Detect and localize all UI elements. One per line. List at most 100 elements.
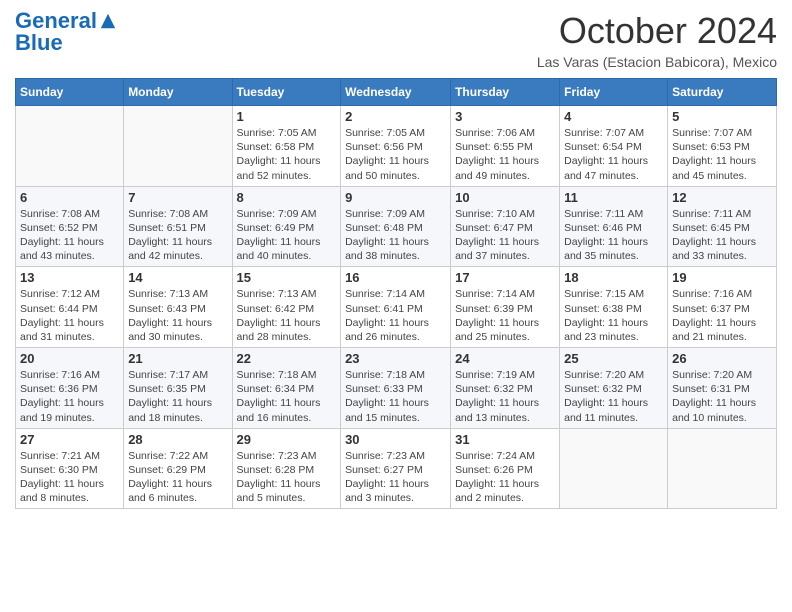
day-info: Sunrise: 7:19 AM Sunset: 6:32 PM Dayligh… [455,368,555,425]
day-number: 12 [672,190,772,205]
day-number: 25 [564,351,663,366]
day-number: 20 [20,351,119,366]
day-number: 31 [455,432,555,447]
day-info: Sunrise: 7:11 AM Sunset: 6:45 PM Dayligh… [672,207,772,264]
day-info: Sunrise: 7:20 AM Sunset: 6:32 PM Dayligh… [564,368,663,425]
calendar-cell: 27 Sunrise: 7:21 AM Sunset: 6:30 PM Dayli… [16,428,124,509]
day-number: 1 [237,109,337,124]
calendar-cell [124,106,232,187]
calendar-week-row: 6 Sunrise: 7:08 AM Sunset: 6:52 PM Daylig… [16,186,777,267]
day-info: Sunrise: 7:13 AM Sunset: 6:43 PM Dayligh… [128,287,227,344]
day-info: Sunrise: 7:12 AM Sunset: 6:44 PM Dayligh… [20,287,119,344]
day-number: 13 [20,270,119,285]
day-number: 10 [455,190,555,205]
calendar-cell: 12 Sunrise: 7:11 AM Sunset: 6:45 PM Dayli… [668,186,777,267]
day-number: 16 [345,270,446,285]
calendar-week-row: 27 Sunrise: 7:21 AM Sunset: 6:30 PM Dayli… [16,428,777,509]
day-number: 3 [455,109,555,124]
day-of-week-header: Monday [124,79,232,106]
calendar-cell [668,428,777,509]
calendar-cell: 29Sunrise: 7:23 AM Sunset: 6:28 PM Dayli… [232,428,341,509]
calendar-table: SundayMondayTuesdayWednesdayThursdayFrid… [15,78,777,509]
calendar-cell: 25 Sunrise: 7:20 AM Sunset: 6:32 PM Dayli… [560,348,668,429]
day-number: 18 [564,270,663,285]
day-of-week-header: Tuesday [232,79,341,106]
day-info: Sunrise: 7:20 AM Sunset: 6:31 PM Dayligh… [672,368,772,425]
calendar-cell [560,428,668,509]
calendar-cell: 16 Sunrise: 7:14 AM Sunset: 6:41 PM Dayli… [341,267,451,348]
day-of-week-header: Friday [560,79,668,106]
day-info: Sunrise: 7:16 AM Sunset: 6:37 PM Dayligh… [672,287,772,344]
calendar-cell: 11Sunrise: 7:11 AM Sunset: 6:46 PM Dayli… [560,186,668,267]
day-number: 4 [564,109,663,124]
calendar-cell: 5 Sunrise: 7:07 AM Sunset: 6:53 PM Daylig… [668,106,777,187]
calendar-week-row: 1 Sunrise: 7:05 AM Sunset: 6:58 PM Daylig… [16,106,777,187]
day-info: Sunrise: 7:09 AM Sunset: 6:48 PM Dayligh… [345,207,446,264]
day-info: Sunrise: 7:09 AM Sunset: 6:49 PM Dayligh… [237,207,337,264]
location: Las Varas (Estacion Babicora), Mexico [537,54,777,70]
day-of-week-header: Saturday [668,79,777,106]
day-number: 27 [20,432,119,447]
day-info: Sunrise: 7:08 AM Sunset: 6:51 PM Dayligh… [128,207,227,264]
title-area: October 2024 Las Varas (Estacion Babicor… [537,10,777,70]
day-number: 7 [128,190,227,205]
day-info: Sunrise: 7:06 AM Sunset: 6:55 PM Dayligh… [455,126,555,183]
logo-blue: Blue [15,30,63,55]
day-number: 9 [345,190,446,205]
calendar-cell: 9 Sunrise: 7:09 AM Sunset: 6:48 PM Daylig… [341,186,451,267]
calendar-cell: 21Sunrise: 7:17 AM Sunset: 6:35 PM Dayli… [124,348,232,429]
day-number: 6 [20,190,119,205]
calendar-cell: 10 Sunrise: 7:10 AM Sunset: 6:47 PM Dayli… [451,186,560,267]
calendar-cell: 26 Sunrise: 7:20 AM Sunset: 6:31 PM Dayli… [668,348,777,429]
calendar-cell: 8Sunrise: 7:09 AM Sunset: 6:49 PM Daylig… [232,186,341,267]
calendar-week-row: 20 Sunrise: 7:16 AM Sunset: 6:36 PM Dayli… [16,348,777,429]
day-info: Sunrise: 7:21 AM Sunset: 6:30 PM Dayligh… [20,449,119,506]
day-info: Sunrise: 7:18 AM Sunset: 6:34 PM Dayligh… [237,368,337,425]
day-number: 26 [672,351,772,366]
day-number: 11 [564,190,663,205]
calendar-cell: 14 Sunrise: 7:13 AM Sunset: 6:43 PM Dayli… [124,267,232,348]
calendar-header-row: SundayMondayTuesdayWednesdayThursdayFrid… [16,79,777,106]
calendar-cell: 1 Sunrise: 7:05 AM Sunset: 6:58 PM Daylig… [232,106,341,187]
day-number: 14 [128,270,227,285]
day-info: Sunrise: 7:07 AM Sunset: 6:54 PM Dayligh… [564,126,663,183]
day-number: 29 [237,432,337,447]
day-info: Sunrise: 7:16 AM Sunset: 6:36 PM Dayligh… [20,368,119,425]
day-number: 24 [455,351,555,366]
day-number: 19 [672,270,772,285]
day-info: Sunrise: 7:10 AM Sunset: 6:47 PM Dayligh… [455,207,555,264]
day-of-week-header: Thursday [451,79,560,106]
calendar-cell: 17 Sunrise: 7:14 AM Sunset: 6:39 PM Dayli… [451,267,560,348]
calendar-week-row: 13 Sunrise: 7:12 AM Sunset: 6:44 PM Dayli… [16,267,777,348]
day-info: Sunrise: 7:14 AM Sunset: 6:39 PM Dayligh… [455,287,555,344]
day-info: Sunrise: 7:05 AM Sunset: 6:56 PM Dayligh… [345,126,446,183]
day-info: Sunrise: 7:22 AM Sunset: 6:29 PM Dayligh… [128,449,227,506]
day-number: 17 [455,270,555,285]
calendar-cell: 28 Sunrise: 7:22 AM Sunset: 6:29 PM Dayli… [124,428,232,509]
day-info: Sunrise: 7:08 AM Sunset: 6:52 PM Dayligh… [20,207,119,264]
calendar-cell: 20 Sunrise: 7:16 AM Sunset: 6:36 PM Dayli… [16,348,124,429]
day-info: Sunrise: 7:17 AM Sunset: 6:35 PM Dayligh… [128,368,227,425]
logo: General Blue [15,10,117,56]
day-info: Sunrise: 7:07 AM Sunset: 6:53 PM Dayligh… [672,126,772,183]
calendar-cell: 23Sunrise: 7:18 AM Sunset: 6:33 PM Dayli… [341,348,451,429]
day-number: 5 [672,109,772,124]
day-info: Sunrise: 7:23 AM Sunset: 6:27 PM Dayligh… [345,449,446,506]
calendar-cell: 24 Sunrise: 7:19 AM Sunset: 6:32 PM Dayli… [451,348,560,429]
day-info: Sunrise: 7:05 AM Sunset: 6:58 PM Dayligh… [237,126,337,183]
day-number: 28 [128,432,227,447]
day-number: 22 [237,351,337,366]
calendar-cell [16,106,124,187]
calendar-cell: 19 Sunrise: 7:16 AM Sunset: 6:37 PM Dayli… [668,267,777,348]
day-info: Sunrise: 7:15 AM Sunset: 6:38 PM Dayligh… [564,287,663,344]
day-of-week-header: Wednesday [341,79,451,106]
calendar-cell: 6 Sunrise: 7:08 AM Sunset: 6:52 PM Daylig… [16,186,124,267]
day-of-week-header: Sunday [16,79,124,106]
day-info: Sunrise: 7:13 AM Sunset: 6:42 PM Dayligh… [237,287,337,344]
day-number: 23 [345,351,446,366]
day-info: Sunrise: 7:14 AM Sunset: 6:41 PM Dayligh… [345,287,446,344]
calendar-cell: 2Sunrise: 7:05 AM Sunset: 6:56 PM Daylig… [341,106,451,187]
logo-text: General [15,10,97,32]
day-number: 15 [237,270,337,285]
calendar-cell: 13 Sunrise: 7:12 AM Sunset: 6:44 PM Dayli… [16,267,124,348]
